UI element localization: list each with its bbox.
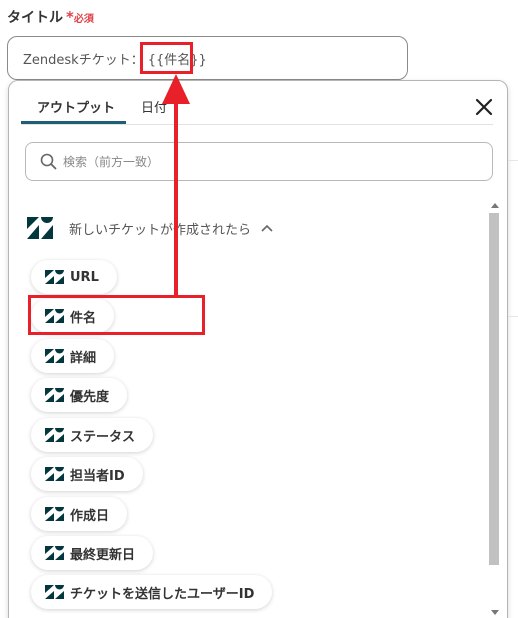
output-item-url[interactable]: URL	[31, 260, 117, 294]
required-text: 必須	[73, 14, 94, 25]
title-field-label: タイトル * 必須	[7, 7, 94, 27]
scroll-down-arrow-icon[interactable]	[491, 610, 499, 615]
zendesk-logo-icon	[45, 349, 64, 363]
search-input[interactable]: 検索（前方一致）	[25, 142, 493, 181]
required-asterisk: *	[66, 8, 74, 26]
zendesk-logo-icon	[45, 585, 64, 599]
search-icon	[40, 153, 57, 170]
zendesk-logo-icon	[27, 217, 53, 239]
trigger-section-header[interactable]: 新しいチケットが作成されたら	[25, 213, 273, 243]
tab-output[interactable]: アウトプット	[37, 97, 115, 116]
background-divider	[508, 316, 518, 317]
zendesk-logo-icon	[45, 546, 64, 560]
tab-divider	[21, 124, 493, 125]
close-icon[interactable]	[473, 96, 495, 118]
field-label-text: タイトル	[7, 10, 63, 26]
output-item-label: チケットを送信したユーザーID	[70, 586, 255, 602]
background-divider	[508, 160, 518, 161]
output-item-updated-date[interactable]: 最終更新日	[31, 536, 154, 570]
tab-date[interactable]: 日付	[141, 97, 167, 116]
output-item-label: URL	[70, 269, 99, 285]
output-item-priority[interactable]: 優先度	[31, 378, 128, 412]
title-input[interactable]: Zendeskチケット： {{件名}}	[7, 36, 408, 80]
output-item-created-date[interactable]: 作成日	[31, 497, 128, 531]
chevron-up-icon	[261, 224, 273, 232]
output-item-label: 担当者ID	[70, 468, 125, 484]
scrollbar[interactable]	[487, 199, 501, 618]
output-item-label: 優先度	[70, 389, 110, 405]
output-item-label: 詳細	[70, 350, 97, 366]
zendesk-logo-icon	[45, 388, 64, 402]
output-item-label: ステータス	[70, 429, 136, 445]
output-item-assignee-id[interactable]: 担当者ID	[31, 457, 143, 491]
scroll-up-arrow-icon[interactable]	[491, 203, 499, 208]
section-title: 新しいチケットが作成されたら	[69, 222, 252, 238]
output-item-requester-id[interactable]: チケットを送信したユーザーID	[31, 575, 273, 609]
annotation-highlight-token	[140, 42, 193, 74]
output-item-label: 最終更新日	[70, 547, 136, 563]
output-dropdown-panel: アウトプット 日付 検索（前方一致） 新しいチケットが作成されたら URL 件名…	[8, 80, 508, 618]
output-item-details[interactable]: 詳細	[31, 339, 115, 373]
zendesk-logo-icon	[45, 467, 64, 481]
output-item-label: 作成日	[70, 508, 110, 524]
zendesk-logo-icon	[45, 270, 64, 284]
title-input-prefix: Zendeskチケット：	[23, 52, 144, 68]
annotation-highlight-item	[28, 295, 205, 335]
search-placeholder: 検索（前方一致）	[63, 155, 160, 169]
output-item-status[interactable]: ステータス	[31, 418, 154, 452]
zendesk-logo-icon	[45, 507, 64, 521]
scrollbar-thumb[interactable]	[489, 213, 499, 565]
zendesk-logo-icon	[45, 428, 64, 442]
